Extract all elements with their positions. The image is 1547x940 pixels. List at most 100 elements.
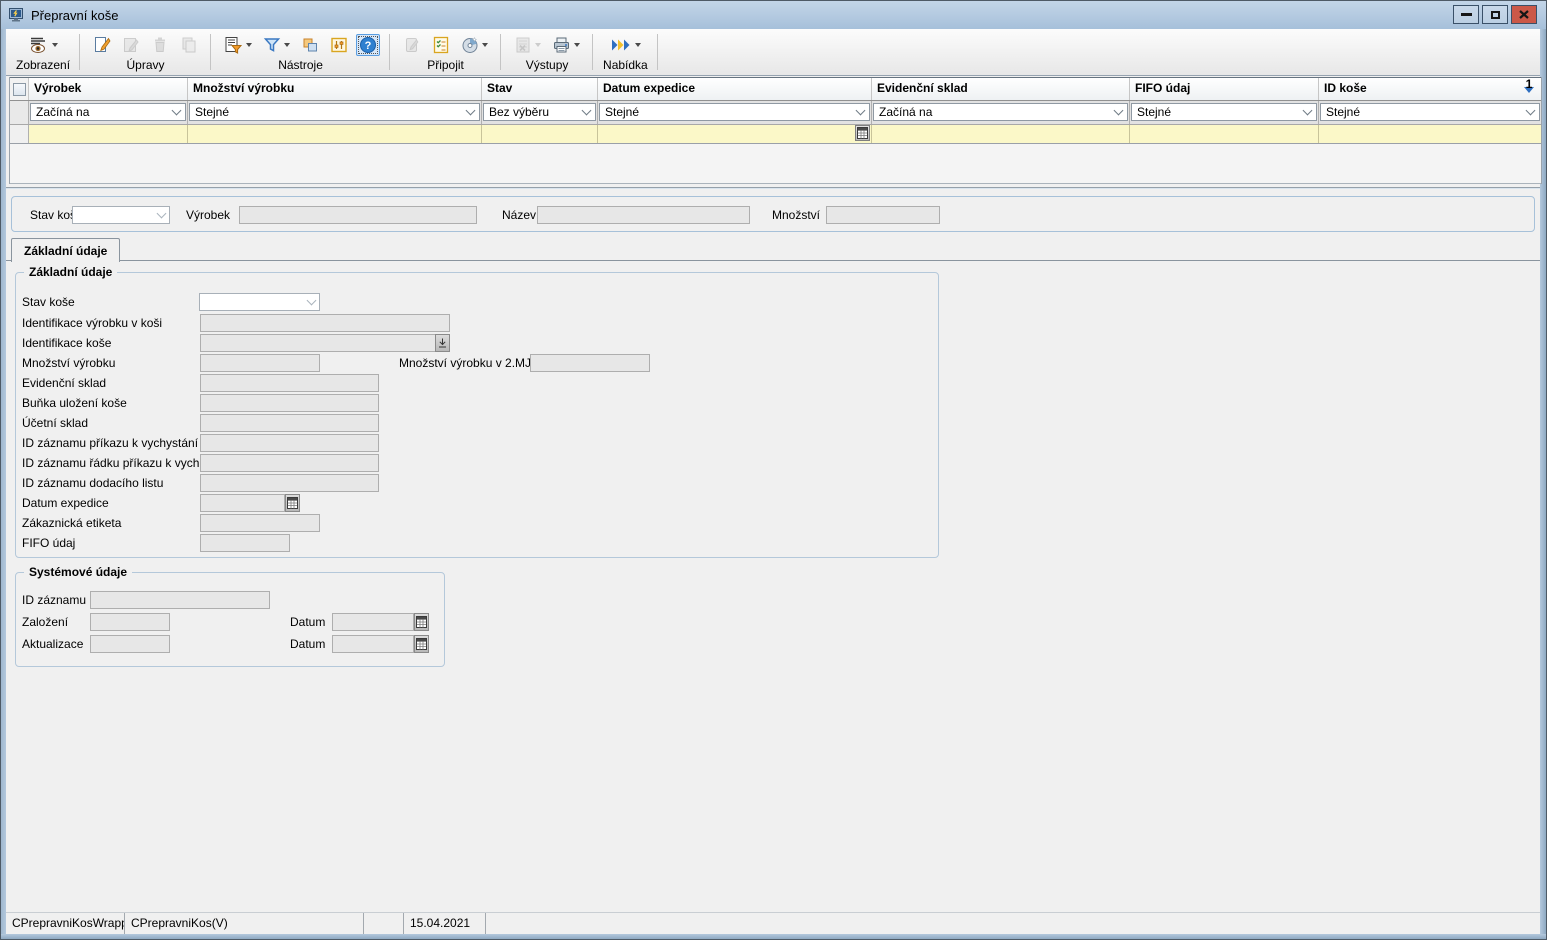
datum-expedice-label: Datum expedice [22,494,109,512]
filter-combo-stav[interactable]: Bez výběru [483,103,596,121]
dropdown-arrow-icon [52,43,58,47]
quick-mnozstvi-input [826,206,940,224]
menu-chevrons-icon [610,36,632,54]
ucetni-sklad-input [200,414,379,432]
filter-selector-cell [10,101,29,124]
stav-kose-combo[interactable] [199,293,320,311]
column-header-vyrobek[interactable]: Výrobek [29,78,188,100]
maximize-button[interactable] [1482,5,1508,24]
id-zaznamu-label: ID záznamu [22,591,86,609]
window-controls [1453,5,1537,24]
filter-input-fifo-udaj[interactable] [1130,125,1318,143]
aktualizace-input [90,635,170,653]
help-button[interactable]: ? [356,34,380,56]
filter-input-evidencni-sklad[interactable] [872,125,1129,143]
filter-input-vyrobek[interactable] [29,125,187,143]
attachment-button [400,34,424,56]
toolbar-group-nabidka: Nabídka [593,29,658,75]
column-header-stav[interactable]: Stav [482,78,598,100]
identifikace-kose-label: Identifikace koše [22,334,111,352]
print-button[interactable] [549,34,583,56]
view-settings-button[interactable] [221,34,255,56]
layout-button[interactable] [298,34,322,56]
calendar-icon [416,616,427,628]
window-title: Přepravní koše [31,8,118,23]
menu-button[interactable] [607,34,644,56]
statusbar-wrapper-class: CPrepravniKosWrapper [6,913,125,934]
edit-record-button [119,34,143,56]
mnozstvi-vyrobku-input [200,354,320,372]
filter-combo-id-kose[interactable]: Stejné [1320,103,1540,121]
checklist-button[interactable] [429,34,453,56]
aktualizace-datum-picker-button [414,635,429,653]
statusbar-spacer [486,913,1540,934]
identifikace-vyrobku-label: Identifikace výrobku v koši [22,314,162,332]
column-header-evidencni-sklad[interactable]: Evidenční sklad [872,78,1130,100]
copy-record-icon [180,36,198,54]
filter-combo-vyrobek[interactable]: Začíná na [30,103,186,121]
zakaznicka-etiketa-label: Zákaznická etiketa [22,514,121,532]
new-record-button[interactable] [90,34,114,56]
datum-expedice-input [200,494,285,512]
media-button[interactable] [458,34,491,56]
filter-date-picker-button[interactable] [855,125,870,141]
parameters-button[interactable] [327,34,351,56]
basic-data-groupbox: Základní údaje Stav koše Identifikace vý… [15,272,939,558]
fifo-udaj-label: FIFO údaj [22,534,75,552]
statusbar: CPrepravniKosWrapper CPrepravniKos(V) 15… [6,912,1540,934]
column-header-mnozstvi-vyrobku[interactable]: Množství výrobku [188,78,482,100]
sort-indicator: 1 [1524,79,1534,93]
zalozeni-datum-input [332,613,414,631]
copy-record-button [177,34,201,56]
mnozstvi-vyrobku-label: Množství výrobku [22,354,115,372]
attachment-icon [403,36,421,54]
toolbar-group-label: Výstupy [526,58,569,72]
toolbar-group-nastroje: ? Nástroje [211,29,390,75]
zalozeni-datum-picker-button [414,613,429,631]
close-icon [1519,10,1529,19]
column-header-fifo-udaj[interactable]: FIFO údaj [1130,78,1319,100]
chevron-down-icon [1303,105,1313,115]
column-header-datum-expedice[interactable]: Datum expedice [598,78,872,100]
toolbar-group-label: Úpravy [127,58,165,72]
minimize-button[interactable] [1453,5,1479,24]
filter-combo-mnozstvi-vyrobku[interactable]: Stejné [189,103,480,121]
toolbar-group-label: Zobrazení [16,58,70,72]
evidencni-sklad-label: Evidenční sklad [22,374,106,392]
edit-record-icon [122,36,140,54]
aktualizace-datum-label: Datum [290,635,325,653]
id-prikazu-input [200,434,379,452]
id-prikazu-label: ID záznamu příkazu k vychystání [22,434,198,452]
aktualizace-datum-input [332,635,414,653]
column-header-id-kose[interactable]: ID koše 1 [1319,78,1541,100]
grid-empty-body [10,144,1541,184]
bunka-ulozeni-input [200,394,379,412]
tab-zakladni-udaje[interactable]: Základní údaje [11,238,120,262]
filter-input-id-kose[interactable] [1319,125,1541,143]
records-grid: Výrobek Množství výrobku Stav Datum expe… [9,77,1542,184]
quick-stav-kose-combo[interactable] [72,206,170,224]
chevron-down-icon [157,208,167,218]
filter-combo-datum-expedice[interactable]: Stejné [599,103,870,121]
view-button[interactable] [26,34,61,56]
filter-combo-fifo-udaj[interactable]: Stejné [1131,103,1317,121]
evidencni-sklad-input [200,374,379,392]
basic-data-group-title: Základní údaje [24,265,117,279]
filter-combo-evidencni-sklad[interactable]: Začíná na [873,103,1128,121]
statusbar-view-class: CPrepravniKos(V) [125,913,364,934]
toolbar-group-vystupy: Výstupy [501,29,593,75]
close-button[interactable] [1511,5,1537,24]
filter-input-stav[interactable] [482,125,597,143]
id-dodaciho-listu-input [200,474,379,492]
chevron-down-icon [466,105,476,115]
filter-button[interactable] [260,34,293,56]
chevron-down-icon [1526,105,1536,115]
filter-input-mnozstvi-vyrobku[interactable] [188,125,481,143]
layout-icon [301,36,319,54]
new-record-icon [93,36,111,54]
quick-vyrobek-label: Výrobek [186,206,230,224]
filter-input-datum-expedice[interactable] [598,125,855,143]
select-all-checkbox[interactable] [13,83,26,96]
dropdown-arrow-icon [246,43,252,47]
id-dodaciho-listu-label: ID záznamu dodacího listu [22,474,163,492]
